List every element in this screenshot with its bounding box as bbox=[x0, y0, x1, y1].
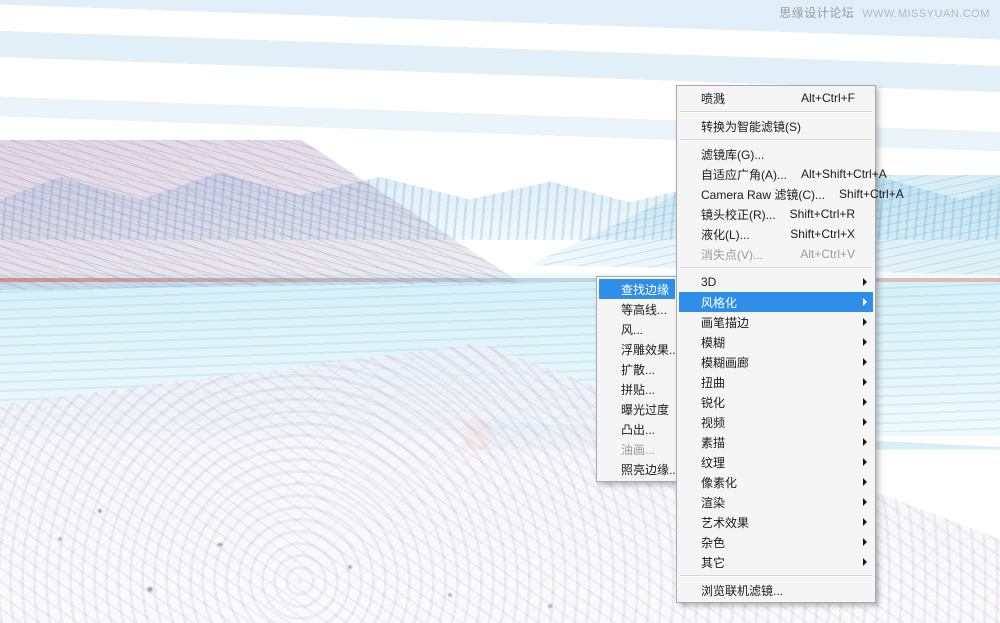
submenu-glowing-edges[interactable]: 照亮边缘... bbox=[599, 459, 675, 479]
submenu-wind-label: 风... bbox=[621, 321, 643, 338]
menu-3d[interactable]: 3D bbox=[679, 272, 873, 292]
submenu-tiles-label: 拼贴... bbox=[621, 381, 655, 398]
menu-brush-strokes-label: 画笔描边 bbox=[701, 314, 749, 331]
submenu-extrude-label: 凸出... bbox=[621, 421, 655, 438]
stylize-submenu[interactable]: 查找边缘 等高线... 风... 浮雕效果... 扩散... 拼贴... 曝光过… bbox=[596, 276, 678, 482]
submenu-arrow-icon bbox=[863, 438, 867, 446]
menu-vanishing-point-shortcut: Alt+Ctrl+V bbox=[800, 247, 855, 261]
menu-filter-gallery[interactable]: 滤镜库(G)... bbox=[679, 144, 873, 164]
submenu-arrow-icon bbox=[863, 358, 867, 366]
submenu-diffuse-label: 扩散... bbox=[621, 361, 655, 378]
menu-blur-gallery-label: 模糊画廊 bbox=[701, 354, 749, 371]
submenu-solarize-label: 曝光过度 bbox=[621, 401, 669, 418]
submenu-arrow-icon bbox=[863, 278, 867, 286]
menu-browse-online[interactable]: 浏览联机滤镜... bbox=[679, 580, 873, 600]
submenu-arrow-icon bbox=[863, 318, 867, 326]
menu-camera-raw-shortcut: Shift+Ctrl+A bbox=[839, 187, 904, 201]
menu-distort[interactable]: 扭曲 bbox=[679, 372, 873, 392]
menu-noise-label: 杂色 bbox=[701, 534, 725, 551]
menu-brush-strokes[interactable]: 画笔描边 bbox=[679, 312, 873, 332]
menu-blur-gallery[interactable]: 模糊画廊 bbox=[679, 352, 873, 372]
menu-3d-label: 3D bbox=[701, 275, 716, 289]
menu-convert-smart[interactable]: 转换为智能滤镜(S) bbox=[679, 116, 873, 136]
menu-pixelate[interactable]: 像素化 bbox=[679, 472, 873, 492]
menu-render[interactable]: 渲染 bbox=[679, 492, 873, 512]
submenu-glowing-edges-label: 照亮边缘... bbox=[621, 461, 679, 478]
filter-menu[interactable]: 喷溅 Alt+Ctrl+F 转换为智能滤镜(S) 滤镜库(G)... 自适应广角… bbox=[676, 85, 876, 603]
menu-filter-gallery-label: 滤镜库(G)... bbox=[701, 146, 764, 163]
menu-last-filter[interactable]: 喷溅 Alt+Ctrl+F bbox=[679, 88, 873, 108]
menu-blur[interactable]: 模糊 bbox=[679, 332, 873, 352]
submenu-arrow-icon bbox=[863, 538, 867, 546]
menu-video[interactable]: 视频 bbox=[679, 412, 873, 432]
menu-render-label: 渲染 bbox=[701, 494, 725, 511]
submenu-arrow-icon bbox=[863, 338, 867, 346]
submenu-oil-paint: 油画... bbox=[599, 439, 675, 459]
submenu-extrude[interactable]: 凸出... bbox=[599, 419, 675, 439]
menu-vanishing-point: 消失点(V)... Alt+Ctrl+V bbox=[679, 244, 873, 264]
menu-convert-smart-label: 转换为智能滤镜(S) bbox=[701, 118, 801, 135]
submenu-contour[interactable]: 等高线... bbox=[599, 299, 675, 319]
submenu-arrow-icon bbox=[863, 478, 867, 486]
submenu-arrow-icon bbox=[863, 418, 867, 426]
menu-distort-label: 扭曲 bbox=[701, 374, 725, 391]
menu-sketch-label: 素描 bbox=[701, 434, 725, 451]
submenu-find-edges-label: 查找边缘 bbox=[621, 281, 669, 298]
separator bbox=[680, 111, 872, 113]
menu-liquify-shortcut: Shift+Ctrl+X bbox=[790, 227, 855, 241]
submenu-arrow-icon bbox=[863, 378, 867, 386]
menu-camera-raw[interactable]: Camera Raw 滤镜(C)... Shift+Ctrl+A bbox=[679, 184, 873, 204]
menu-lens-correction[interactable]: 镜头校正(R)... Shift+Ctrl+R bbox=[679, 204, 873, 224]
menu-artistic[interactable]: 艺术效果 bbox=[679, 512, 873, 532]
submenu-wind[interactable]: 风... bbox=[599, 319, 675, 339]
submenu-solarize[interactable]: 曝光过度 bbox=[599, 399, 675, 419]
menu-sharpen[interactable]: 锐化 bbox=[679, 392, 873, 412]
menu-noise[interactable]: 杂色 bbox=[679, 532, 873, 552]
submenu-oil-paint-label: 油画... bbox=[621, 441, 655, 458]
submenu-arrow-icon bbox=[863, 498, 867, 506]
menu-lens-correction-label: 镜头校正(R)... bbox=[701, 206, 776, 223]
menu-adaptive-wide-shortcut: Alt+Shift+Ctrl+A bbox=[801, 167, 887, 181]
menu-last-filter-shortcut: Alt+Ctrl+F bbox=[801, 91, 855, 105]
menu-other-label: 其它 bbox=[701, 554, 725, 571]
menu-lens-correction-shortcut: Shift+Ctrl+R bbox=[790, 207, 855, 221]
menu-last-filter-label: 喷溅 bbox=[701, 90, 725, 107]
menu-texture-label: 纹理 bbox=[701, 454, 725, 471]
menu-other[interactable]: 其它 bbox=[679, 552, 873, 572]
menu-adaptive-wide-label: 自适应广角(A)... bbox=[701, 166, 787, 183]
menu-artistic-label: 艺术效果 bbox=[701, 514, 749, 531]
submenu-arrow-icon bbox=[863, 518, 867, 526]
menu-browse-online-label: 浏览联机滤镜... bbox=[701, 582, 783, 599]
submenu-contour-label: 等高线... bbox=[621, 301, 667, 318]
submenu-tiles[interactable]: 拼贴... bbox=[599, 379, 675, 399]
submenu-arrow-icon bbox=[863, 558, 867, 566]
submenu-arrow-icon bbox=[863, 398, 867, 406]
separator bbox=[680, 267, 872, 269]
watermark-en: WWW.MISSYUAN.COM bbox=[862, 8, 990, 20]
separator bbox=[680, 139, 872, 141]
menu-adaptive-wide-angle[interactable]: 自适应广角(A)... Alt+Shift+Ctrl+A bbox=[679, 164, 873, 184]
menu-texture[interactable]: 纹理 bbox=[679, 452, 873, 472]
submenu-find-edges[interactable]: 查找边缘 bbox=[599, 279, 675, 299]
menu-liquify-label: 液化(L)... bbox=[701, 226, 750, 243]
menu-stylize[interactable]: 风格化 bbox=[679, 292, 873, 312]
submenu-emboss[interactable]: 浮雕效果... bbox=[599, 339, 675, 359]
menu-stylize-label: 风格化 bbox=[701, 294, 737, 311]
submenu-diffuse[interactable]: 扩散... bbox=[599, 359, 675, 379]
submenu-arrow-icon bbox=[863, 458, 867, 466]
submenu-emboss-label: 浮雕效果... bbox=[621, 341, 679, 358]
menu-pixelate-label: 像素化 bbox=[701, 474, 737, 491]
submenu-arrow-icon bbox=[863, 298, 867, 306]
separator bbox=[680, 575, 872, 577]
menu-blur-label: 模糊 bbox=[701, 334, 725, 351]
menu-liquify[interactable]: 液化(L)... Shift+Ctrl+X bbox=[679, 224, 873, 244]
watermark: 思缘设计论坛 WWW.MISSYUAN.COM bbox=[779, 4, 990, 21]
menu-sharpen-label: 锐化 bbox=[701, 394, 725, 411]
menu-sketch[interactable]: 素描 bbox=[679, 432, 873, 452]
menu-video-label: 视频 bbox=[701, 414, 725, 431]
menu-camera-raw-label: Camera Raw 滤镜(C)... bbox=[701, 186, 825, 203]
watermark-cn: 思缘设计论坛 bbox=[779, 4, 854, 21]
menu-vanishing-point-label: 消失点(V)... bbox=[701, 246, 763, 263]
